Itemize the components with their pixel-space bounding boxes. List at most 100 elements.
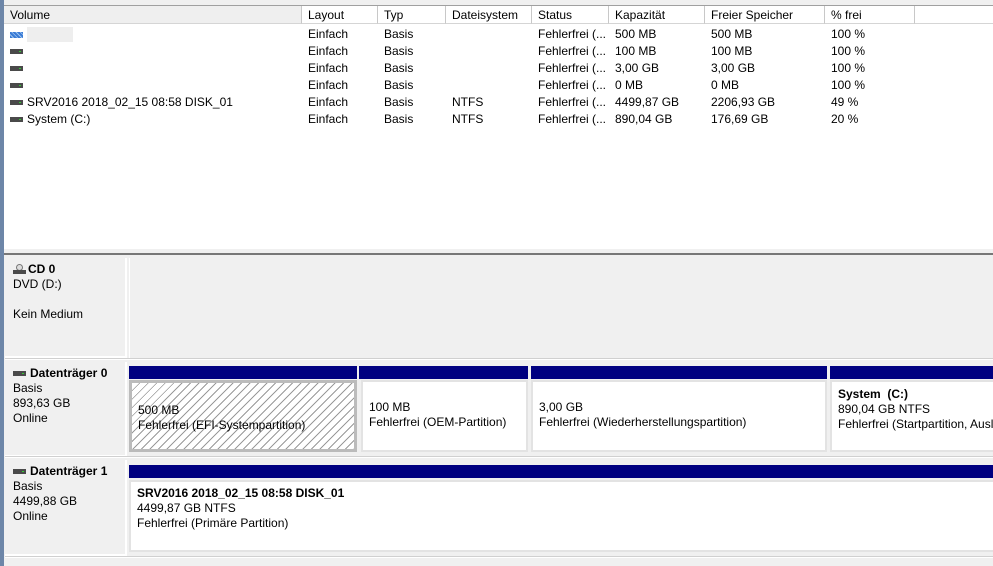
partition-size: 100 MB <box>369 400 411 414</box>
table-row[interactable]: System (C:) Einfach Basis NTFS Fehlerfrei (.… <box>4 111 993 128</box>
partition-bar <box>830 366 993 379</box>
cell-free: 0 MB <box>711 78 740 92</box>
partition-disk01[interactable]: SRV2016 2018_02_15 08:58 DISK_01 4499,87… <box>129 480 993 552</box>
table-row[interactable]: Einfach Basis Fehlerfrei (... 500 MB 500 MB 1… <box>4 26 993 43</box>
cell-status: Fehlerfrei (... <box>538 78 607 92</box>
cell-type: Basis <box>384 44 414 58</box>
cell-fs <box>446 26 532 43</box>
disk1-size: 4499,88 GB <box>13 494 78 508</box>
cell-free: 2206,93 GB <box>711 95 776 109</box>
cell-capacity: 3,00 GB <box>615 61 660 75</box>
cell-pct: 100 % <box>831 27 866 41</box>
partition-oem[interactable]: 100 MB Fehlerfrei (OEM-Partition) <box>361 380 528 452</box>
partition-size: 500 MB <box>138 403 180 417</box>
volume-name <box>27 27 73 43</box>
volume-icon <box>10 66 23 72</box>
column-header-type[interactable]: Typ <box>378 6 446 24</box>
cell-name: SRV2016 2018_02_15 08:58 DISK_01 <box>4 94 302 111</box>
cell-type: Basis <box>384 27 414 41</box>
cell-capacity: 100 MB <box>615 44 657 58</box>
cell-free: 100 MB <box>711 44 753 58</box>
disk0-size: 893,63 GB <box>13 396 71 410</box>
disk1-label[interactable]: Datenträger 1 Basis 4499,88 GB Online <box>5 460 127 556</box>
cell-fs: NTFS <box>452 112 484 126</box>
cd-state: Kein Medium <box>13 307 84 321</box>
volume-icon <box>10 100 23 106</box>
cell-free: 3,00 GB <box>711 61 756 75</box>
volume-icon <box>10 117 23 123</box>
cell-pct: 49 % <box>831 95 859 109</box>
disk0-label[interactable]: Datenträger 0 Basis 893,63 GB Online <box>5 362 127 457</box>
cell-capacity: 4499,87 GB <box>615 95 680 109</box>
disk0-title: Datenträger 0 <box>30 366 108 380</box>
cell-fs: NTFS <box>452 95 484 109</box>
cell-layout: Einfach <box>308 27 349 41</box>
disk1-type: Basis <box>13 479 43 493</box>
partition-recovery[interactable]: 3,00 GB Fehlerfrei (Wiederherstellungspa… <box>531 380 827 452</box>
disk-icon <box>13 469 26 475</box>
partition-status: Fehlerfrei (Primäre Partition) <box>137 516 289 530</box>
efi-volume-icon <box>10 31 23 38</box>
cell-type: Basis <box>384 78 414 92</box>
cell-layout: Einfach <box>308 44 349 58</box>
cell-status: Fehlerfrei (... <box>538 27 607 41</box>
table-row[interactable]: Einfach Basis Fehlerfrei (... 3,00 GB 3,00 G… <box>4 60 993 77</box>
partition-system-c[interactable]: System (C:) 890,04 GB NTFS Fehlerfrei (S… <box>830 380 993 452</box>
volume-icon <box>10 83 23 89</box>
partition-status: Fehlerfrei (Wiederherstellungspartition) <box>539 415 747 429</box>
cell-name <box>4 26 302 43</box>
partition-bar <box>531 366 827 379</box>
cd-area <box>129 258 993 358</box>
cd-drive-icon <box>13 264 26 274</box>
cell-name <box>4 77 302 94</box>
cell-status: Fehlerfrei (... <box>538 61 607 75</box>
column-header-percent-free[interactable]: % frei <box>825 6 915 24</box>
column-header-free-space[interactable]: Freier Speicher <box>705 6 825 24</box>
divider <box>5 456 993 458</box>
cell-status: Fehlerfrei (... <box>538 112 607 126</box>
partition-size: 890,04 GB NTFS <box>838 402 931 416</box>
column-header-filesystem[interactable]: Dateisystem <box>446 6 532 24</box>
partition-size: 3,00 GB <box>539 400 584 414</box>
table-row[interactable]: Einfach Basis Fehlerfrei (... 100 MB 100 MB 1… <box>4 43 993 60</box>
cd-label[interactable]: CD 0 DVD (D:) Kein Medium <box>5 258 127 358</box>
cell-free: 500 MB <box>711 27 753 41</box>
cell-layout: Einfach <box>308 95 349 109</box>
column-header-layout[interactable]: Layout <box>302 6 378 24</box>
pane-splitter[interactable] <box>4 249 993 255</box>
divider <box>5 358 993 360</box>
partition-size: 4499,87 GB NTFS <box>137 501 236 515</box>
column-header-capacity[interactable]: Kapazität <box>609 6 705 24</box>
disk1-state: Online <box>13 509 48 523</box>
disk0-state: Online <box>13 411 48 425</box>
volume-icon <box>10 49 23 55</box>
cell-pct: 100 % <box>831 78 866 92</box>
table-row[interactable]: Einfach Basis Fehlerfrei (... 0 MB 0 MB 100 % <box>4 77 993 94</box>
volume-list[interactable]: Volume Layout Typ Dateisystem Status Kap… <box>4 5 993 249</box>
cell-free: 176,69 GB <box>711 112 769 126</box>
volume-name: SRV2016 2018_02_15 08:58 DISK_01 <box>27 95 233 109</box>
partition-bar <box>359 366 528 379</box>
cell-status: Fehlerfrei (... <box>538 44 607 58</box>
partition-status: Fehlerfrei (EFI-Systempartition) <box>138 418 306 432</box>
table-row[interactable]: SRV2016 2018_02_15 08:58 DISK_01 Einfach B… <box>4 94 993 111</box>
cd-drive: DVD (D:) <box>13 277 62 291</box>
column-header-status[interactable]: Status <box>532 6 609 24</box>
cell-name: System (C:) <box>4 111 302 128</box>
partition-bar <box>129 465 993 478</box>
cell-fs <box>446 60 532 77</box>
disk1-title: Datenträger 1 <box>30 464 108 478</box>
cell-name <box>4 60 302 77</box>
divider <box>5 556 993 558</box>
cell-layout: Einfach <box>308 112 349 126</box>
cell-layout: Einfach <box>308 78 349 92</box>
cell-status: Fehlerfrei (... <box>538 95 607 109</box>
partition-name: System (C:) <box>838 387 909 401</box>
cell-fs <box>446 77 532 94</box>
cell-capacity: 0 MB <box>615 78 644 92</box>
cell-name <box>4 43 302 60</box>
column-header-volume[interactable]: Volume <box>4 6 302 24</box>
volume-name: System (C:) <box>27 112 91 126</box>
partition-efi[interactable]: 500 MB Fehlerfrei (EFI-Systempartition) <box>129 380 357 452</box>
partition-bar <box>129 366 357 379</box>
